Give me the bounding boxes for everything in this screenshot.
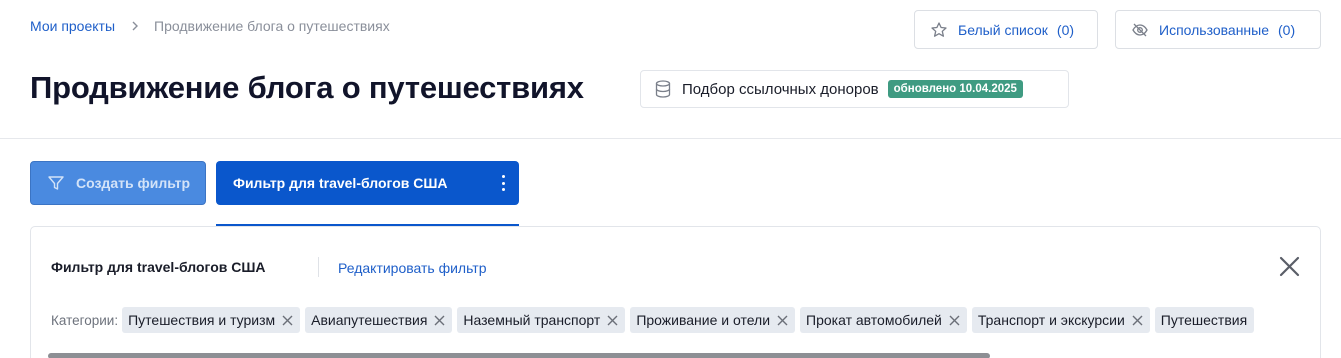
breadcrumb-current: Продвижение блога о путешествиях: [154, 18, 390, 34]
eye-off-icon: [1131, 21, 1149, 39]
tag-remove-icon[interactable]: [949, 315, 960, 326]
horizontal-scrollbar[interactable]: [30, 351, 1321, 358]
whitelist-count: (0): [1056, 21, 1075, 38]
page-title: Продвижение блога о путешествиях: [30, 70, 584, 105]
breadcrumb-link-my-projects[interactable]: Мои проекты: [30, 18, 115, 34]
filter-icon: [47, 174, 65, 192]
create-filter-button[interactable]: Создать фильтр: [30, 161, 206, 205]
tag-remove-icon[interactable]: [1132, 315, 1143, 326]
kebab-icon[interactable]: [497, 173, 509, 193]
category-tag-label: Наземный транспорт: [463, 312, 601, 328]
category-tag-label: Путешествия: [1160, 312, 1248, 328]
category-tag-label: Проживание и отели: [636, 312, 771, 328]
category-tag-label: Путешествия и туризм: [128, 312, 276, 328]
used-count: (0): [1278, 21, 1296, 38]
tab-filter-travel-usa[interactable]: Фильтр для travel-блогов США: [216, 161, 519, 205]
database-icon: [653, 79, 673, 99]
filter-panel: Фильтр для travel-блогов США Редактирова…: [30, 226, 1321, 358]
used-label: Использованные: [1159, 21, 1270, 38]
category-tag-label: Прокат автомобилей: [806, 312, 942, 328]
category-tag: Проживание и отели: [630, 307, 796, 333]
panel-divider: [318, 257, 319, 277]
star-icon: [930, 21, 948, 39]
tag-remove-icon[interactable]: [282, 315, 293, 326]
updated-badge: обновлено 10.04.2025: [887, 80, 1023, 98]
top-actions: Белый список (0) Использованные (0): [914, 10, 1321, 49]
tag-remove-icon[interactable]: [607, 315, 618, 326]
edit-filter-link[interactable]: Редактировать фильтр: [338, 260, 487, 276]
chevron-right-icon: [130, 21, 140, 31]
category-tag: Путешествия и туризм: [122, 307, 301, 333]
categories-label: Категории:: [51, 312, 119, 328]
used-button[interactable]: Использованные (0): [1115, 10, 1321, 49]
tag-remove-icon[interactable]: [434, 315, 445, 326]
category-tag-label: Транспорт и экскурсии: [977, 312, 1125, 328]
category-tag: Путешествия: [1154, 307, 1255, 333]
whitelist-button[interactable]: Белый список (0): [914, 10, 1098, 49]
filter-panel-title: Фильтр для travel-блогов США: [51, 259, 266, 275]
category-tag-label: Авиапутешествия: [311, 312, 428, 328]
create-filter-label: Создать фильтр: [76, 175, 190, 191]
header-divider: [0, 138, 1341, 139]
breadcrumb: Мои проекты Продвижение блога о путешест…: [30, 18, 390, 34]
category-tag: Транспорт и экскурсии: [971, 307, 1150, 333]
tab-filter-label: Фильтр для travel-блогов США: [233, 175, 448, 191]
scrollbar-thumb[interactable]: [48, 353, 990, 358]
tag-remove-icon[interactable]: [777, 315, 788, 326]
close-icon[interactable]: [1279, 256, 1300, 277]
category-tag: Авиапутешествия: [305, 307, 453, 333]
service-chip: Подбор ссылочных доноров обновлено 10.04…: [640, 70, 1069, 108]
whitelist-label: Белый список: [958, 21, 1048, 38]
service-label: Подбор ссылочных доноров: [682, 80, 879, 98]
categories-row: Категории: Путешествия и туризм Авиапуте…: [51, 307, 1315, 333]
category-tag: Наземный транспорт: [457, 307, 626, 333]
category-tag: Прокат автомобилей: [800, 307, 967, 333]
